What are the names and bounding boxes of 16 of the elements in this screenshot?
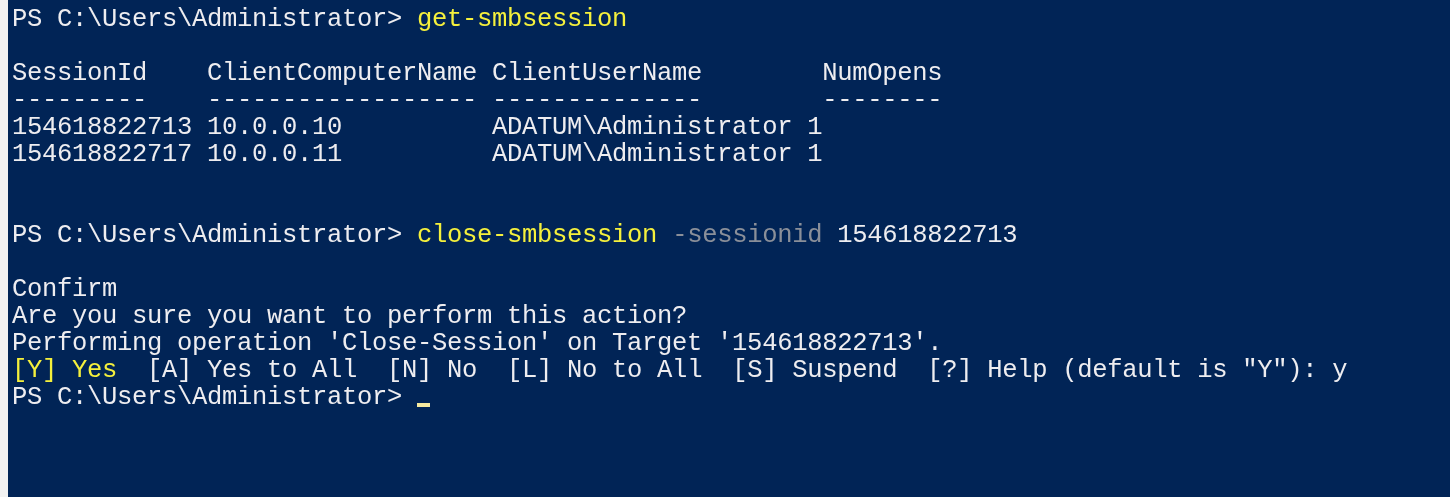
output-text: Are you sure you want to perform this action?	[12, 303, 688, 330]
output-text: 154618822713 10.0.0.10 ADATUM\Administrator 1	[12, 114, 823, 141]
output-text: --------- ------------------ -------------- --------	[12, 87, 943, 114]
command-text: close-smbsession	[417, 222, 658, 249]
output-text: 154618822713	[836, 222, 1018, 249]
prompt-text: PS C:\Users\Administrator>	[12, 6, 404, 33]
output-text: Confirm	[12, 276, 118, 303]
prompt-text: PS C:\Users\Administrator>	[12, 384, 404, 411]
output-text: [A] Yes to All [N] No [L] No to All [S] Suspend [?] Help (default is "Y"): y	[146, 357, 1348, 384]
parameter-text: -sessionid	[671, 222, 823, 249]
prompt-text: PS C:\Users\Administrator>	[12, 222, 404, 249]
command-text: get-smbsession	[417, 6, 628, 33]
output-text: 154618822717 10.0.0.11 ADATUM\Administrator 1	[12, 141, 823, 168]
output-text: SessionId ClientComputerName ClientUserName NumOpens	[12, 60, 943, 87]
default-choice-text: [Y] Yes	[12, 357, 118, 384]
output-text: Performing operation 'Close-Session' on Target '154618822713'.	[12, 330, 943, 357]
